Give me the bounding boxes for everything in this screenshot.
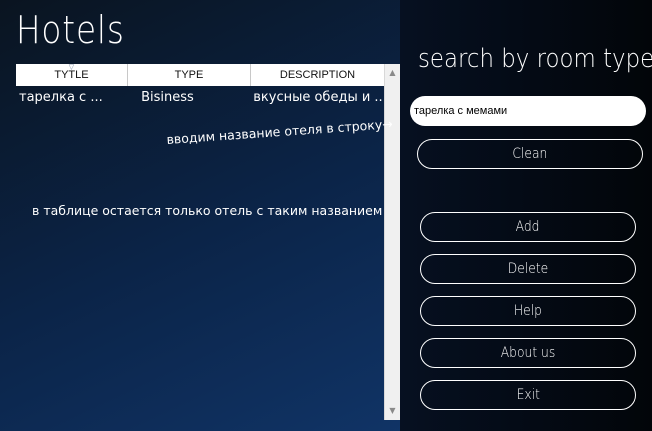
column-header-label: DESCRIPTION: [279, 69, 356, 81]
annotation-result: в таблице остается только отель с таким …: [32, 203, 383, 218]
table-row[interactable]: тарелка с ... Bisiness вкусные обеды и .…: [16, 90, 384, 110]
hotels-table: ▽ TYTLE TYPE DESCRIPTION тарелка с ... B…: [16, 64, 400, 420]
cell-type: Bisiness: [141, 90, 194, 105]
delete-button-label: Delete: [507, 261, 549, 277]
about-us-button[interactable]: About us: [420, 338, 636, 368]
delete-button[interactable]: Delete: [420, 254, 636, 284]
exit-button-label: Exit: [516, 387, 540, 403]
help-button[interactable]: Help: [420, 296, 636, 326]
scroll-down-arrow-icon[interactable]: ▼: [385, 404, 400, 418]
page-title: Hotels: [16, 8, 125, 52]
column-header-type[interactable]: TYPE: [128, 64, 251, 86]
scroll-up-arrow-icon[interactable]: ▲: [385, 66, 400, 80]
column-header-tytle[interactable]: ▽ TYTLE: [16, 64, 128, 86]
about-us-button-label: About us: [500, 345, 556, 361]
help-button-label: Help: [513, 303, 543, 319]
cell-description: вкусные обеды и ...: [253, 90, 384, 105]
exit-button[interactable]: Exit: [420, 380, 636, 410]
search-input[interactable]: [410, 96, 646, 126]
column-header-label: TYPE: [174, 69, 204, 81]
search-title: search by room type: [418, 44, 652, 74]
add-button[interactable]: Add: [420, 212, 636, 242]
table-header: ▽ TYTLE TYPE DESCRIPTION: [16, 64, 384, 86]
clean-button-label: Clean: [512, 146, 548, 162]
column-header-description[interactable]: DESCRIPTION: [251, 64, 384, 86]
clean-button[interactable]: Clean: [417, 139, 643, 169]
add-button-label: Add: [516, 219, 540, 235]
cell-tytle: тарелка с ...: [19, 90, 103, 105]
sort-indicator-icon: ▽: [68, 64, 75, 71]
